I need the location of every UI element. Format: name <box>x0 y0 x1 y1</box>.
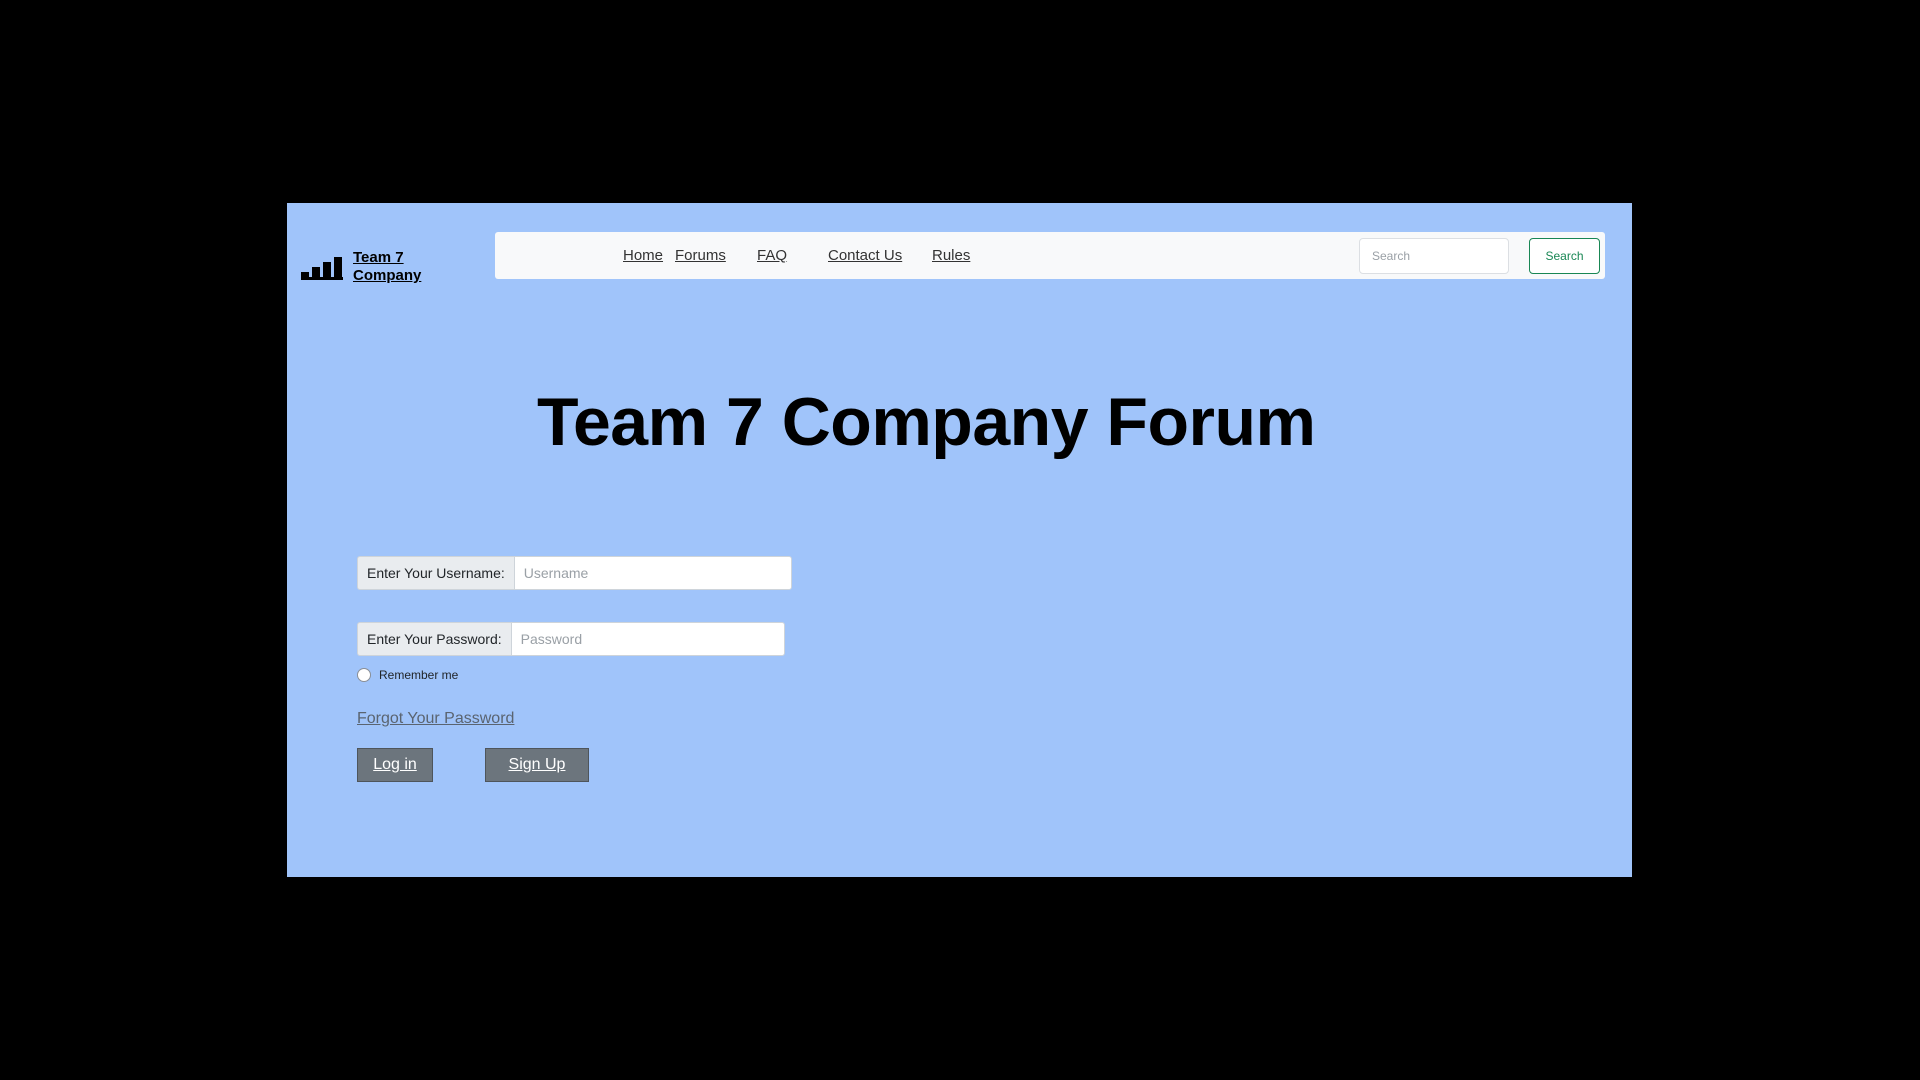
login-button[interactable]: Log in <box>357 748 433 782</box>
navbar: Home Forums FAQ Contact Us Rules Search <box>495 232 1605 279</box>
nav-faq-link[interactable]: FAQ <box>757 247 787 264</box>
search-input[interactable] <box>1359 238 1509 274</box>
username-field[interactable] <box>513 556 792 590</box>
password-label: Enter Your Password: <box>357 622 511 656</box>
bar-chart-icon <box>301 257 343 280</box>
signup-button[interactable]: Sign Up <box>485 748 589 782</box>
nav-forums-link[interactable]: Forums <box>675 247 726 264</box>
forgot-password-link[interactable]: Forgot Your Password <box>357 710 514 728</box>
page-container: Team 7 Company Home Forums FAQ Contact U… <box>287 203 1632 877</box>
nav-home-link[interactable]: Home <box>623 247 663 264</box>
username-label: Enter Your Username: <box>357 556 514 590</box>
brand-link[interactable]: Team 7 Company <box>301 249 425 285</box>
remember-me-label[interactable]: Remember me <box>379 668 458 682</box>
remember-me-row: Remember me <box>357 668 458 682</box>
nav-rules-link[interactable]: Rules <box>932 247 970 264</box>
brand-name[interactable]: Team 7 Company <box>353 249 425 285</box>
nav-contact-link[interactable]: Contact Us <box>828 247 902 264</box>
password-input-group: Enter Your Password: <box>357 622 785 656</box>
username-input-group: Enter Your Username: <box>357 556 792 590</box>
password-field[interactable] <box>510 622 785 656</box>
remember-me-radio[interactable] <box>357 668 371 682</box>
search-button[interactable]: Search <box>1529 238 1600 274</box>
page-title: Team 7 Company Forum <box>537 384 1316 460</box>
